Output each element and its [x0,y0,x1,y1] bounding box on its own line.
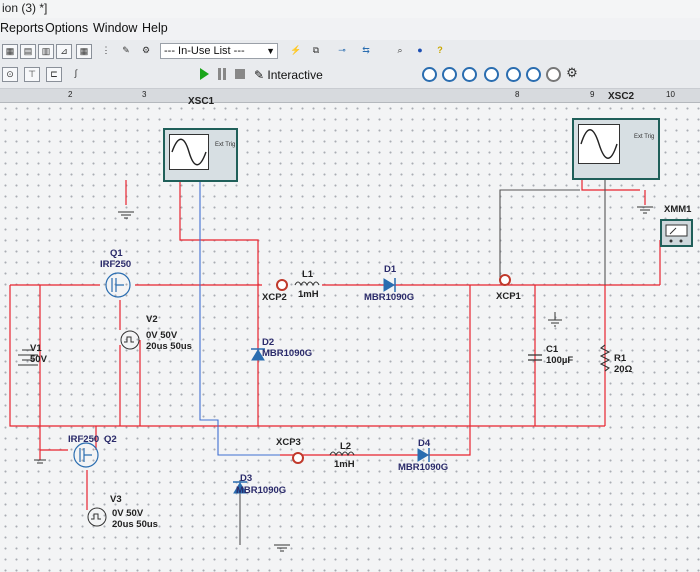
c1-ref-label: C1 [546,344,559,355]
d4-ref-label: D4 [418,438,431,449]
ground-icon [637,206,653,214]
v3-line1-label: 0V 50V [112,508,144,519]
xsc1-label: XSC1 [188,96,215,107]
xsc2-ext-trig-label: Ext Trig [634,134,655,140]
v2-line2-label: 20us 50us [146,341,192,352]
xcp3-label: XCP3 [276,437,301,448]
xmm1-multimeter[interactable] [660,219,693,247]
q2-model-label: IRF250 [68,434,100,445]
d4-diode-icon[interactable] [417,448,430,462]
sine-wave-icon [580,129,618,159]
xmm1-label: XMM1 [664,204,692,215]
d1-ref-label: D1 [384,264,397,275]
diodes [233,278,430,494]
d2-ref-label: D2 [262,337,275,348]
xsc2-screen [578,124,620,164]
q1-model-label: IRF250 [100,259,132,270]
l1-inductor-icon[interactable] [294,281,320,287]
xsc1-oscilloscope[interactable]: Ext Trig [163,128,238,182]
v1-ref-label: V1 [30,343,42,354]
q2-ref-label: Q2 [104,434,117,445]
q1-ref-label: Q1 [110,248,123,259]
v2-pulse-source-icon[interactable] [120,330,140,350]
multisim-window: ion (3) *] Reports Options Window Help ▦… [0,0,700,572]
wire[interactable] [199,180,280,456]
l2-ref-label: L2 [340,441,352,452]
l2-value-label: 1mH [334,459,355,470]
ground-icon [548,312,562,327]
xsc2-oscilloscope[interactable]: Ext Trig [572,118,660,180]
d1-diode-icon[interactable] [383,278,396,292]
v3-pulse-source-icon[interactable] [87,507,107,527]
ground-icon [34,459,46,464]
xcp2-probe-icon[interactable] [276,279,288,291]
v2-ref-label: V2 [146,314,158,325]
r1-value-label: 20Ω [614,364,633,375]
current-probes [276,274,511,464]
r1-ref-label: R1 [614,353,627,364]
ground-icon [118,211,134,219]
wire[interactable] [581,180,640,191]
xcp2-label: XCP2 [262,292,287,303]
d4-model-label: MBR1090G [398,462,449,473]
xsc1-ext-trig-label: Ext Trig [215,142,236,148]
xcp3-probe-icon[interactable] [292,452,304,464]
c1-value-label: 100µF [546,355,574,366]
l1-value-label: 1mH [298,289,319,300]
v3-line2-label: 20us 50us [112,519,158,530]
d1-model-label: MBR1090G [364,292,415,303]
v2-line1-label: 0V 50V [146,330,178,341]
wire[interactable] [280,285,471,456]
xsc1-screen [169,134,209,170]
l1-ref-label: L1 [302,269,314,280]
d3-ref-label: D3 [240,473,253,484]
ground-icon [274,544,290,552]
wire[interactable] [179,180,259,285]
inductors [294,281,355,457]
xsc2-label: XSC2 [608,91,635,102]
wire[interactable] [499,189,580,280]
schematic-wires [9,180,661,552]
v3-ref-label: V3 [110,494,122,505]
xcp1-probe-icon[interactable] [499,274,511,286]
d2-model-label: MBR1090G [262,348,313,359]
sine-wave-icon [171,138,207,166]
d3-model-label: MBR1090G [236,485,287,496]
xcp1-label: XCP1 [496,291,521,302]
v1-value-label: 50V [30,354,47,365]
multimeter-icon [665,224,688,243]
